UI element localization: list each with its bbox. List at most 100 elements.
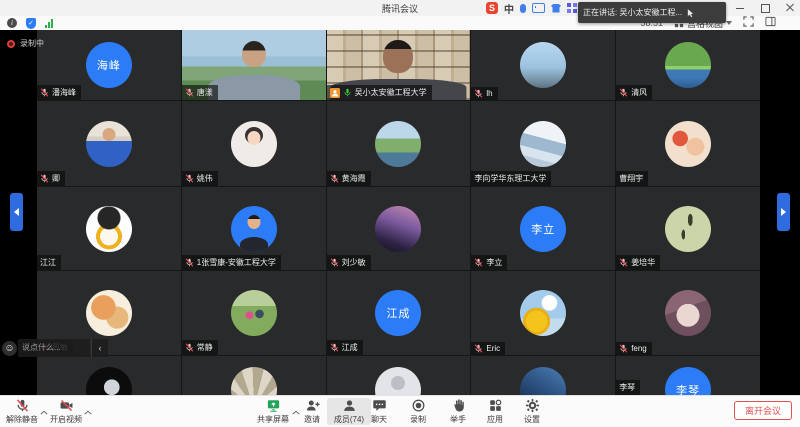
participant-avatar: 江成 bbox=[375, 290, 421, 336]
participant-tile[interactable]: 江成 江成 bbox=[327, 271, 471, 355]
chat-quick-input[interactable]: 说点什么... bbox=[18, 339, 90, 357]
emoji-button[interactable]: ☺ bbox=[2, 341, 17, 356]
participant-tile[interactable] bbox=[327, 356, 471, 395]
participant-tile[interactable]: 1张雪康-安徽工程大学 bbox=[182, 187, 326, 270]
participant-name: 刘少敏 bbox=[342, 257, 366, 268]
participant-tile[interactable] bbox=[37, 356, 181, 395]
participant-name-label: 清风 bbox=[616, 85, 652, 100]
meeting-info-group: i ✓ bbox=[7, 16, 53, 30]
recording-label: 录制中 bbox=[20, 38, 44, 49]
participant-name-label: 李琴 bbox=[616, 380, 640, 395]
participant-tile[interactable] bbox=[182, 356, 326, 395]
participant-avatar bbox=[86, 206, 132, 252]
participant-avatar: 李琴 bbox=[665, 367, 711, 395]
next-page-button[interactable] bbox=[777, 193, 790, 231]
raise-hand-icon bbox=[451, 398, 466, 413]
toolbar-item-camera-off[interactable]: 开启视频 bbox=[45, 398, 87, 425]
participant-avatar bbox=[231, 367, 277, 395]
soft-keyboard-icon[interactable] bbox=[532, 3, 545, 13]
participant-avatar bbox=[86, 367, 132, 395]
participant-tile[interactable]: 江江 bbox=[37, 187, 181, 270]
participant-name-label: 潘海峰 bbox=[37, 85, 81, 100]
mic-status-icon bbox=[40, 88, 49, 97]
mic-status-icon bbox=[474, 89, 483, 98]
chat-collapse-button[interactable]: ‹ bbox=[91, 339, 108, 357]
speaking-toast: 正在讲话: 吴小太安徽工程... bbox=[578, 2, 726, 23]
participant-name: feng bbox=[631, 344, 647, 353]
participant-name: 黄海霞 bbox=[342, 173, 366, 184]
chevron-up-icon[interactable] bbox=[84, 402, 92, 420]
ime-skin-icon[interactable] bbox=[551, 4, 561, 13]
prev-page-button[interactable] bbox=[10, 193, 23, 231]
close-button[interactable] bbox=[785, 3, 795, 13]
participant-name-label: 江江 bbox=[37, 255, 61, 270]
toolbar-item-label: 应用 bbox=[487, 414, 503, 425]
mic-status-icon bbox=[330, 343, 339, 352]
participant-name-label: Eric bbox=[471, 342, 505, 355]
toolbar-item-invite[interactable]: 邀请 bbox=[296, 398, 328, 425]
participant-tile[interactable]: 姚伟 bbox=[182, 101, 326, 186]
toolbar-item-label: 邀请 bbox=[304, 414, 320, 425]
participant-tile[interactable]: 卿 bbox=[37, 101, 181, 186]
participant-name-label: feng bbox=[616, 342, 652, 355]
recording-indicator: 录制中 bbox=[7, 38, 44, 49]
participant-tile[interactable]: feng bbox=[616, 271, 760, 355]
participant-avatar bbox=[665, 290, 711, 336]
participant-tile[interactable]: 李向学华东理工大学 bbox=[471, 101, 615, 186]
security-shield-icon[interactable]: ✓ bbox=[26, 18, 36, 29]
participant-name: 卿 bbox=[52, 173, 60, 184]
settings-icon bbox=[525, 398, 540, 413]
ime-mode-indicator[interactable]: 中 bbox=[504, 1, 514, 16]
sogou-input-icon[interactable]: S bbox=[486, 2, 498, 14]
participant-avatar bbox=[231, 290, 277, 336]
mic-status-icon bbox=[185, 88, 194, 97]
toolbar-item-raise-hand[interactable]: 举手 bbox=[442, 398, 474, 425]
meeting-info-icon[interactable]: i bbox=[7, 18, 17, 28]
minimize-button[interactable] bbox=[735, 3, 745, 13]
participant-tile[interactable]: 李琴 李琴 bbox=[616, 356, 760, 395]
participant-tile[interactable]: 唐漾 bbox=[182, 30, 326, 100]
participant-name-label: 江成 bbox=[327, 340, 363, 355]
participant-tile[interactable]: 黄海霞 bbox=[327, 101, 471, 186]
participant-tile[interactable]: 海峰 潘海峰 bbox=[37, 30, 181, 100]
participant-tile[interactable]: Eric bbox=[471, 271, 615, 355]
mic-status-icon bbox=[40, 174, 49, 183]
fullscreen-icon bbox=[743, 16, 754, 27]
toolbar-item-apps[interactable]: 应用 bbox=[479, 398, 511, 425]
participant-name-label: 黄海霞 bbox=[327, 171, 371, 186]
participant-tile[interactable]: 常静 bbox=[182, 271, 326, 355]
participant-name: 潘海峰 bbox=[52, 87, 76, 98]
participant-name: 李琴 bbox=[619, 382, 635, 393]
participant-tile[interactable]: 刘少敏 bbox=[327, 187, 471, 270]
toolbar-item-record[interactable]: 录制 bbox=[402, 398, 434, 425]
participant-tile[interactable]: 姜培华 bbox=[616, 187, 760, 270]
participant-tile[interactable]: 清风 bbox=[616, 30, 760, 100]
participant-avatar bbox=[520, 121, 566, 167]
participant-name-label: 唐漾 bbox=[182, 85, 218, 100]
members-icon bbox=[342, 398, 357, 413]
voice-input-icon[interactable] bbox=[520, 4, 526, 13]
participant-name: 李向学华东理工大学 bbox=[474, 173, 546, 184]
toolbar-item-screen-share[interactable]: 共享屏幕 bbox=[251, 398, 295, 425]
participant-tile[interactable]: 李立 李立 bbox=[471, 187, 615, 270]
participant-avatar bbox=[231, 121, 277, 167]
toolbar-item-mic-off[interactable]: 解除静音 bbox=[1, 398, 43, 425]
toolbar-item-label: 设置 bbox=[524, 414, 540, 425]
participant-name-label: 刘少敏 bbox=[327, 255, 371, 270]
invite-icon bbox=[305, 398, 320, 413]
participant-tile[interactable] bbox=[471, 356, 615, 395]
chevron-down-icon bbox=[726, 21, 732, 25]
ime-toolbox-icon[interactable] bbox=[567, 3, 577, 13]
participant-tile[interactable]: 吴小太安徽工程大学 bbox=[327, 30, 471, 100]
participant-name-label: 李立 bbox=[471, 255, 507, 270]
participant-tile[interactable]: 曹翔宇 bbox=[616, 101, 760, 186]
toolbar-item-settings[interactable]: 设置 bbox=[516, 398, 548, 425]
mic-status-icon bbox=[185, 258, 194, 267]
toolbar-item-chat[interactable]: 聊天 bbox=[363, 398, 395, 425]
mic-status-icon bbox=[474, 344, 483, 353]
participant-name: 吴小太安徽工程大学 bbox=[355, 87, 427, 98]
leave-meeting-button[interactable]: 离开会议 bbox=[734, 401, 792, 420]
participant-avatar bbox=[375, 206, 421, 252]
participant-tile[interactable]: lh bbox=[471, 30, 615, 100]
maximize-button[interactable] bbox=[760, 3, 770, 13]
